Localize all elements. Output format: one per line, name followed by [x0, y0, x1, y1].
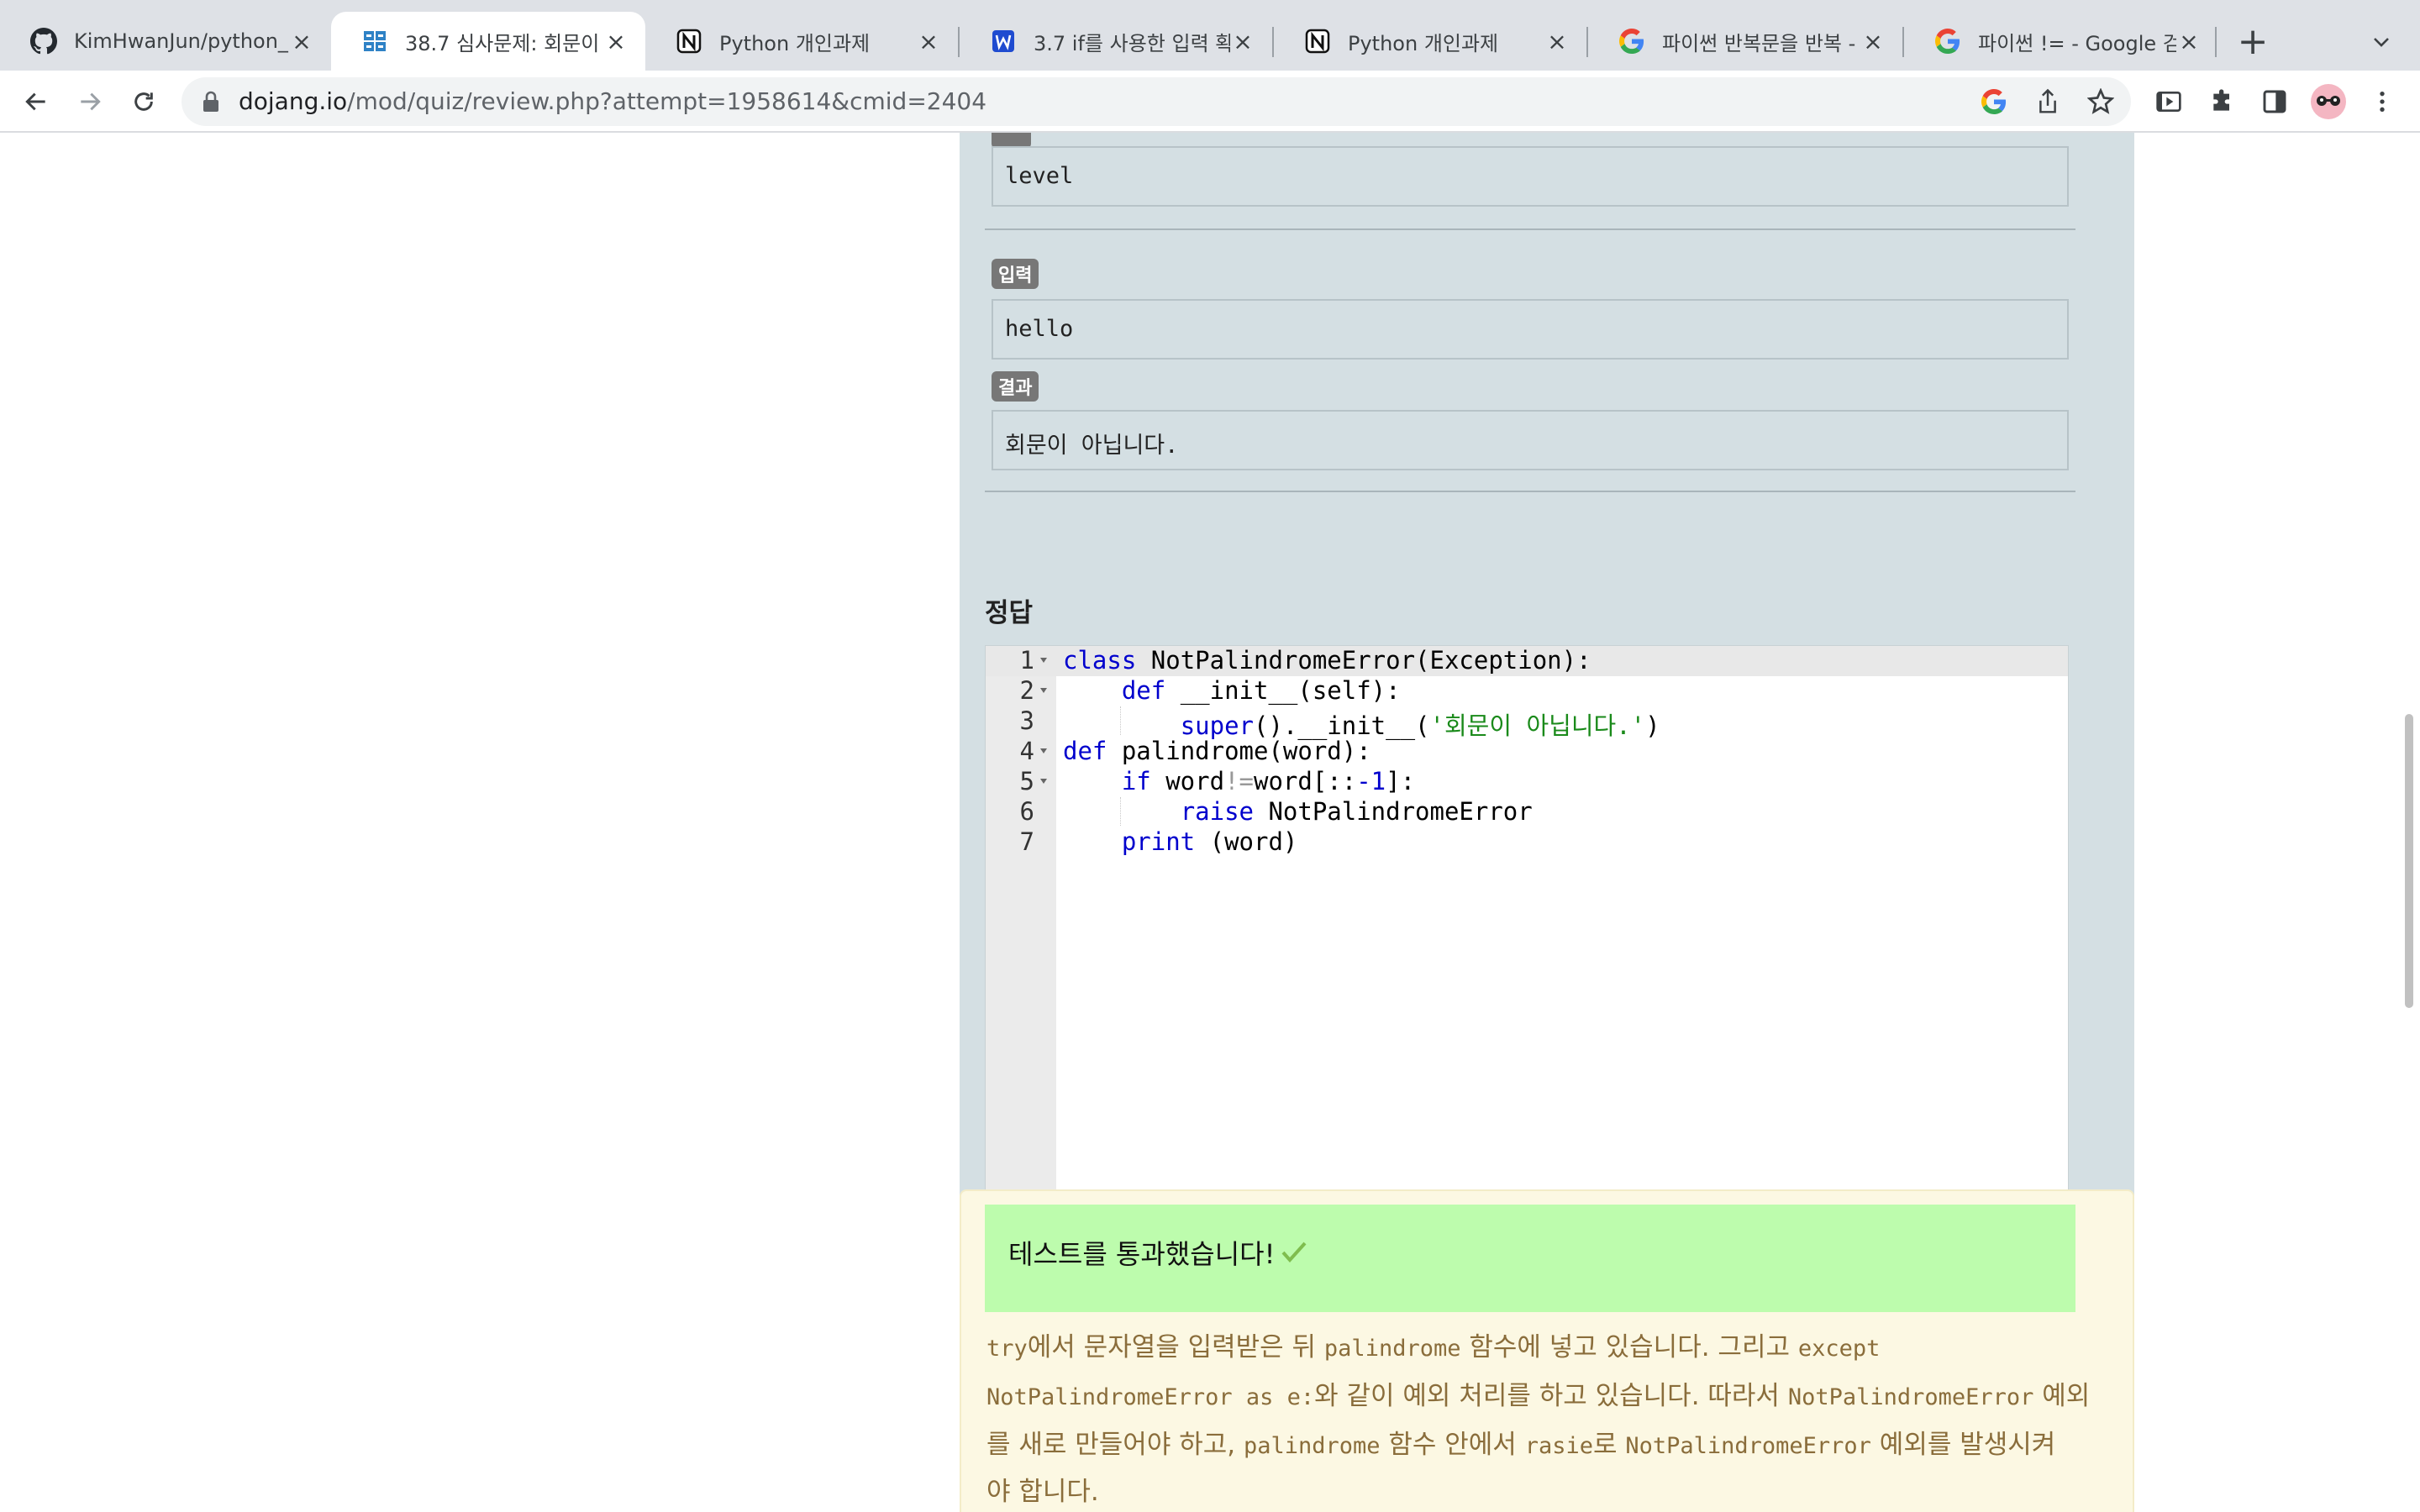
code-line: if word!=word[::-1]: [1121, 767, 1416, 795]
tab-google-2[interactable]: 파이썬 != - Google 검색 × [1904, 12, 2218, 71]
tab-notion-2[interactable]: Python 개인과제 × [1274, 12, 1586, 71]
media-control-icon [2156, 92, 2181, 112]
dojang-icon [361, 28, 388, 55]
tab-title: Python 개인과제 [1348, 31, 1499, 55]
tab-separator [2215, 27, 2217, 57]
tab-word[interactable]: 3.7 if를 사용한 입력 확인 × [960, 12, 1272, 71]
line-number: 6 [1019, 797, 1034, 826]
code-line: raise NotPalindromeError [1180, 797, 1533, 826]
back-button[interactable] [15, 81, 57, 123]
fold-arrow-icon[interactable] [1039, 686, 1048, 695]
google-icon [1618, 28, 1645, 55]
fold-arrow-icon[interactable] [1039, 656, 1048, 664]
close-tab-icon[interactable]: × [603, 28, 629, 55]
code-line: def palindrome(word): [1063, 737, 1371, 765]
new-tab-button[interactable]: + [2232, 20, 2274, 63]
reload-button[interactable] [123, 81, 165, 123]
tab-strip: KimHwanJun/python_ × 38.7 심사문제: 회문이 아 × … [0, 0, 2420, 71]
avatar [2311, 84, 2346, 119]
tab-title: 파이썬 반복문을 반복 - G [1662, 31, 1860, 55]
browser-toolbar: dojang.io/mod/quiz/review.php?attempt=19… [0, 71, 2420, 133]
google-lens-icon[interactable] [1981, 89, 2007, 114]
url-host: dojang.io [239, 87, 348, 115]
result-label-badge: 결과 [992, 371, 1039, 402]
back-arrow-icon [25, 92, 45, 111]
close-tab-icon[interactable]: × [1230, 28, 1255, 55]
fold-arrow-icon[interactable] [1039, 777, 1048, 785]
input-label-badge: 입력 [992, 259, 1039, 289]
close-tab-icon[interactable]: × [2176, 28, 2202, 55]
profile-button[interactable] [2307, 81, 2349, 123]
url-path: /mod/quiz/review.php?attempt=1958614&cmi… [347, 87, 987, 115]
line-number: 4 [1019, 737, 1034, 765]
lock-icon[interactable] [202, 91, 220, 113]
result-output-box: level [992, 146, 2069, 207]
close-tab-icon[interactable]: × [916, 28, 941, 55]
tab-title: KimHwanJun/python_ [74, 29, 288, 53]
notion-icon [1304, 28, 1331, 55]
tab-title: 38.7 심사문제: 회문이 아 [405, 31, 603, 55]
feedback-line: 를 새로 만들어야 하고, palindrome 함수 안에서 rasie로 N… [986, 1430, 2056, 1460]
star-bookmark-icon[interactable] [2087, 88, 2114, 115]
chrome-menu-button[interactable] [2361, 81, 2403, 123]
line-number: 5 [1019, 767, 1034, 795]
notion-icon [676, 28, 702, 55]
pass-message: 테스트를 통과했습니다! [1008, 1238, 1276, 1270]
word-icon [990, 28, 1017, 55]
feedback-line: NotPalindromeError as e:와 같이 예외 처리를 하고 있… [986, 1381, 2091, 1411]
side-panel-button[interactable] [2254, 81, 2296, 123]
feedback-panel: 테스트를 통과했습니다! try에서 문자열을 입력받은 뒤 palindrom… [960, 1189, 2134, 1512]
tab-google-1[interactable]: 파이썬 반복문을 반복 - G × [1588, 12, 1902, 71]
page-content: level 입력 hello 결과 회문이 아닙니다. 정답 1 2 3 4 5… [0, 133, 2420, 1512]
address-bar[interactable]: dojang.io/mod/quiz/review.php?attempt=19… [182, 77, 2131, 126]
media-button[interactable] [2148, 81, 2190, 123]
tab-dojang-active[interactable]: 38.7 심사문제: 회문이 아 × [331, 12, 645, 71]
answer-heading: 정답 [985, 598, 1034, 628]
tab-title: Python 개인과제 [719, 31, 871, 55]
line-number: 7 [1019, 827, 1034, 856]
close-tab-icon[interactable]: × [1860, 28, 1886, 55]
page-scrollbar[interactable] [2405, 714, 2413, 1008]
feedback-line: try에서 문자열을 입력받은 뒤 palindrome 함수에 넣고 있습니다… [986, 1332, 1881, 1362]
chevron-down-icon [2374, 38, 2389, 47]
tab-search-button[interactable] [2363, 24, 2400, 60]
divider [985, 491, 2075, 492]
result-output-box: 회문이 아닙니다. [992, 410, 2069, 470]
share-icon[interactable] [2035, 88, 2060, 115]
side-panel-icon [2263, 90, 2286, 113]
reload-icon [134, 92, 153, 111]
puzzle-icon [2213, 89, 2229, 111]
google-icon [1934, 28, 1961, 55]
github-icon [30, 28, 57, 55]
tab-title: 3.7 if를 사용한 입력 확인 [1034, 31, 1230, 55]
close-tab-icon[interactable]: × [289, 28, 314, 55]
more-vertical-icon [2380, 92, 2385, 112]
tab-github[interactable]: KimHwanJun/python_ × [0, 12, 331, 71]
url-text[interactable]: dojang.io/mod/quiz/review.php?attempt=19… [239, 87, 986, 115]
close-tab-icon[interactable]: × [1544, 28, 1570, 55]
line-number: 3 [1019, 706, 1034, 735]
checkmark-icon [1281, 1242, 1307, 1263]
fold-arrow-icon[interactable] [1039, 747, 1048, 755]
code-line: class NotPalindromeError(Exception): [1063, 646, 1591, 675]
test-passed-banner: 테스트를 통과했습니다! [985, 1205, 2075, 1312]
divider [985, 228, 2075, 230]
input-value-box: hello [992, 299, 2069, 360]
code-line: def __init__(self): [1121, 676, 1401, 705]
code-line: print (word) [1121, 827, 1298, 856]
line-number: 2 [1019, 676, 1034, 705]
tab-title: 파이썬 != - Google 검색 [1978, 31, 2176, 55]
line-number: 1 [1019, 646, 1034, 675]
forward-button[interactable] [69, 81, 111, 123]
feedback-line: 야 합니다. [986, 1477, 1099, 1507]
code-editor[interactable]: 1 2 3 4 5 6 7 class NotPalindromeError(E… [985, 645, 2069, 1205]
tab-notion-1[interactable]: Python 개인과제 × [645, 12, 958, 71]
question-panel: level 입력 hello 결과 회문이 아닙니다. 정답 1 2 3 4 5… [960, 133, 2134, 1290]
extensions-button[interactable] [2202, 81, 2244, 123]
forward-arrow-icon [81, 92, 101, 111]
